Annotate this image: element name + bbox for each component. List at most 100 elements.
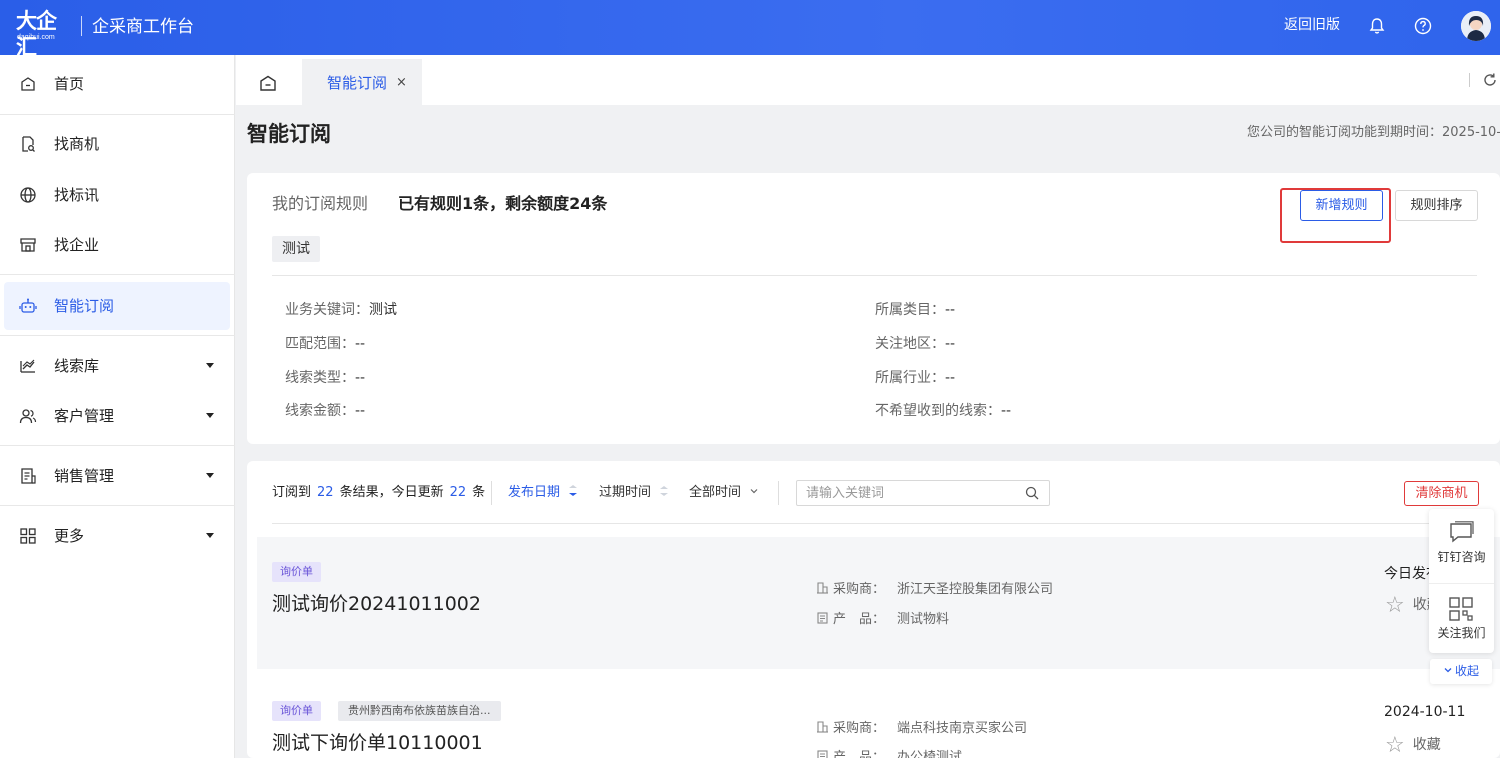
subscription-rules-card: 我的订阅规则 已有规则1条，剩余额度24条 测试 新增规则 规则排序 业务关键词…	[247, 173, 1500, 444]
tab-smart-subscription[interactable]: 智能订阅 ×	[302, 59, 422, 105]
field-label: 不希望收到的线索：	[875, 403, 1001, 419]
sidebar-item-home[interactable]: 首页	[0, 60, 235, 108]
sidebar-divider	[0, 114, 235, 115]
avatar-icon	[1461, 11, 1491, 41]
sidebar-item-label: 智能订阅	[54, 297, 115, 315]
type-tag: 询价单	[272, 701, 321, 721]
sidebar-item-label: 找企业	[54, 236, 100, 254]
region-tag: 贵州黔西南布依族苗族自治...	[338, 701, 501, 721]
field-value: --	[355, 370, 366, 386]
home-icon	[260, 75, 276, 91]
logo-domain: daqihui.com	[17, 34, 55, 41]
sort-label: 发布日期	[508, 485, 561, 500]
field-label: 业务关键词：	[285, 302, 369, 318]
search-icon[interactable]	[1025, 486, 1039, 500]
results-card: 订阅到 22 条结果，今日更新 22 条 发布日期 过期时间 全部时间 清除商机 询价单…	[247, 461, 1500, 758]
rule-chip[interactable]: 测试	[272, 236, 320, 262]
time-range-dropdown[interactable]: 全部时间	[689, 483, 759, 503]
result-item[interactable]: 询价单 贵州黔西南布依族苗族自治... 测试下询价单10110001 采购商： 端…	[257, 683, 1500, 758]
buyer-value: 端点科技南京买家公司	[897, 721, 1028, 736]
sidebar-divider	[0, 445, 235, 446]
sort-rules-button[interactable]: 规则排序	[1395, 190, 1478, 221]
sidebar-item-label: 更多	[54, 527, 85, 545]
product-label: 产 品：	[833, 612, 886, 627]
rule-field-category: 所属类目：--	[875, 300, 955, 320]
grid-icon	[20, 528, 36, 544]
keyword-search	[796, 480, 1050, 506]
sidebar-item-sales-management[interactable]: 销售管理	[0, 452, 235, 500]
sidebar-item-find-companies[interactable]: 找企业	[0, 221, 235, 269]
field-value: --	[945, 370, 956, 386]
follow-us-button[interactable]: 关注我们	[1429, 587, 1494, 653]
sidebar-item-more[interactable]: 更多	[0, 512, 235, 560]
document-search-icon	[22, 136, 35, 152]
sort-label: 过期时间	[599, 485, 652, 500]
sidebar-divider	[0, 274, 235, 275]
help-icon[interactable]	[1413, 16, 1433, 36]
product-line: 产 品： 办公椅测试	[817, 749, 962, 758]
dingtalk-consult-button[interactable]: 钉钉咨询	[1429, 511, 1494, 577]
sidebar-item-smart-subscription[interactable]: 智能订阅	[4, 282, 230, 330]
tab-divider	[1469, 73, 1470, 87]
panel-divider	[1429, 583, 1494, 584]
sidebar-item-find-opportunities[interactable]: 找商机	[0, 120, 235, 168]
field-label: 关注地区：	[875, 336, 945, 352]
rules-summary: 已有规则1条，剩余额度24条	[398, 194, 608, 213]
sort-by-expire-time[interactable]: 过期时间	[599, 483, 669, 503]
product-value: 办公椅测试	[897, 750, 963, 758]
caret-down-icon	[206, 413, 214, 418]
sales-icon	[21, 468, 36, 484]
bell-icon[interactable]	[1367, 16, 1387, 36]
clear-opportunities-button[interactable]: 清除商机	[1404, 481, 1479, 506]
user-avatar[interactable]	[1461, 11, 1491, 41]
results-divider	[272, 523, 1477, 524]
building-icon	[817, 721, 828, 733]
back-to-old-version-link[interactable]: 返回旧版	[1284, 15, 1340, 35]
product-label: 产 品：	[833, 750, 886, 758]
result-title[interactable]: 测试下询价单10110001	[272, 730, 483, 756]
rule-field-region: 关注地区：--	[875, 334, 955, 354]
field-label: 所属行业：	[875, 370, 945, 386]
rules-label: 我的订阅规则	[272, 194, 369, 213]
caret-down-icon	[206, 533, 214, 538]
refresh-icon[interactable]	[1482, 72, 1498, 88]
buyer-label: 采购商：	[833, 582, 886, 597]
sidebar-item-find-bids[interactable]: 找标讯	[0, 171, 235, 219]
star-icon: ☆	[1385, 733, 1405, 758]
product-icon	[817, 750, 828, 758]
sort-desc-icon	[569, 485, 578, 496]
sidebar-item-label: 客户管理	[54, 407, 115, 425]
buyer-label: 采购商：	[833, 721, 886, 736]
chevron-down-icon	[750, 489, 758, 494]
building-icon	[817, 582, 828, 594]
sort-by-publish-date[interactable]: 发布日期	[508, 483, 578, 503]
tab-bar: 智能订阅 ×	[236, 55, 1500, 105]
filter-divider	[778, 481, 779, 505]
rule-field-amount: 线索金额：--	[285, 401, 365, 421]
sidebar-item-customer-management[interactable]: 客户管理	[0, 392, 235, 440]
rules-divider	[272, 275, 1477, 276]
filter-divider	[491, 481, 492, 505]
total-count: 22	[317, 485, 334, 500]
today-count: 22	[449, 485, 467, 500]
app-title: 企采商工作台	[92, 17, 194, 37]
collapse-panel-button[interactable]: 收起	[1430, 659, 1492, 684]
expiration-notice: 您公司的智能订阅功能到期时间：2025-10-12	[1247, 125, 1500, 140]
add-rule-button[interactable]: 新增规则	[1300, 190, 1383, 221]
summary-suffix: 条	[472, 485, 486, 500]
tab-close-icon[interactable]: ×	[396, 72, 407, 94]
product-value: 测试物料	[897, 612, 950, 627]
result-title[interactable]: 测试询价20241011002	[272, 591, 481, 617]
search-input[interactable]	[797, 481, 1017, 505]
product-icon	[817, 612, 828, 624]
tab-label: 智能订阅	[327, 74, 388, 92]
sidebar-item-leads[interactable]: 线索库	[0, 342, 235, 390]
brand-logo[interactable]: 大企汇 daqihui.com	[16, 8, 74, 59]
result-item[interactable]: 询价单 测试询价20241011002 采购商： 浙江天圣控股集团有限公司 产 品…	[257, 537, 1500, 669]
collapse-label: 收起	[1454, 664, 1479, 678]
field-label: 所属类目：	[875, 302, 945, 318]
field-value: --	[945, 302, 956, 318]
qr-code-icon	[1449, 597, 1473, 621]
favorite-button[interactable]: ☆ 收藏	[1385, 733, 1441, 758]
tab-home[interactable]	[236, 55, 300, 105]
